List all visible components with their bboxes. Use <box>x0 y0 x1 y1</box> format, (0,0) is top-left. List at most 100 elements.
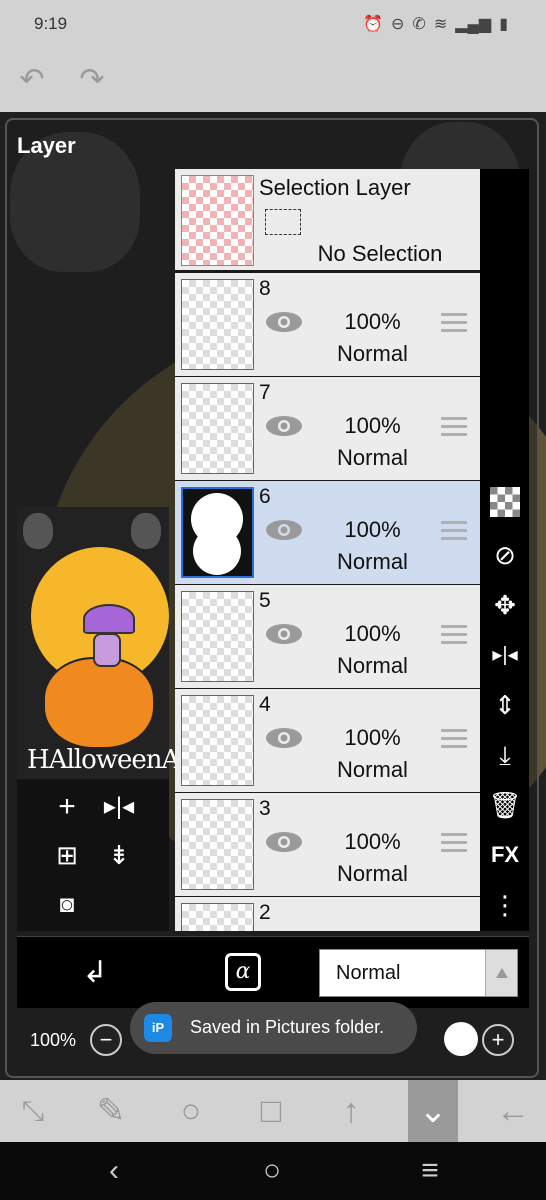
merge-down-icon[interactable]: ⇟ <box>99 835 139 875</box>
rectangle-icon[interactable]: □ <box>248 1088 294 1134</box>
duplicate-layer-icon[interactable]: ⊞ <box>47 835 87 875</box>
layer-blend-mode[interactable]: Normal <box>325 653 420 679</box>
layer-row[interactable]: 8 100% Normal <box>175 273 480 376</box>
back-nav-icon[interactable]: ‹ <box>94 1152 134 1190</box>
alpha-lock-icon[interactable]: α <box>225 953 261 991</box>
layer-list: Selection Layer No Selection 8 100% Norm… <box>175 169 480 931</box>
fx-button[interactable]: FX <box>487 837 523 873</box>
layer-number: 8 <box>259 277 271 300</box>
merge-down-icon[interactable]: ⤓ <box>487 737 523 773</box>
layer-tools-left: + ▸|◂ ⊞ ⇟ ◙ <box>17 779 169 931</box>
preview-mushroom-stem <box>93 633 121 667</box>
slider-knob[interactable] <box>444 1022 478 1056</box>
drag-handle-icon[interactable] <box>441 833 467 857</box>
undo-icon[interactable]: ↶ <box>12 60 52 100</box>
do-not-disturb-icon: ⊖ <box>391 16 405 33</box>
signal-icon: ▂▄▆ <box>455 16 492 33</box>
ibis-paint-app-icon: iP <box>144 1014 172 1042</box>
visibility-eye-icon[interactable] <box>265 311 303 333</box>
drag-handle-icon[interactable] <box>441 313 467 337</box>
camera-icon[interactable]: ◙ <box>47 885 87 925</box>
layer-opacity[interactable]: 100% <box>325 309 420 335</box>
status-time: 9:19 <box>34 14 68 33</box>
drag-handle-icon[interactable] <box>441 729 467 753</box>
drag-handle-icon[interactable] <box>441 417 467 441</box>
preview-skull-shape <box>23 513 53 549</box>
recents-nav-icon[interactable]: ≡ <box>410 1152 450 1190</box>
layer-row-selected[interactable]: 6 100% Normal <box>175 481 480 584</box>
layer-thumbnail <box>181 279 254 370</box>
preview-skull-shape <box>131 513 161 549</box>
top-toolbar: ↶ ↷ <box>0 48 546 112</box>
layer-row[interactable]: 2 <box>175 897 480 931</box>
zoom-in-button[interactable]: + <box>482 1024 514 1056</box>
home-nav-icon[interactable]: ○ <box>252 1152 292 1190</box>
panel-title: Layer <box>17 133 76 158</box>
ellipse-icon[interactable]: ○ <box>168 1088 214 1134</box>
flip-horizontal-icon[interactable]: ▸|◂ <box>487 637 523 673</box>
alarm-icon: ⏰ <box>363 16 384 33</box>
layer-blend-mode[interactable]: Normal <box>325 757 420 783</box>
layer-thumbnail <box>181 487 254 578</box>
layer-thumbnail <box>181 799 254 890</box>
layer-row[interactable]: 4 100% Normal <box>175 689 480 792</box>
drag-handle-icon[interactable] <box>441 625 467 649</box>
layer-opacity[interactable]: 100% <box>325 517 420 543</box>
arrow-up-icon[interactable]: ↑ <box>328 1088 374 1134</box>
layer-thumbnail <box>181 383 254 474</box>
selection-layer-row[interactable]: Selection Layer No Selection <box>175 169 480 270</box>
status-bar: 9:19 ⏰ ⊖ ✆ ≋ ▂▄▆ ▮ <box>0 0 546 48</box>
back-arrow-icon[interactable]: ← <box>490 1088 536 1134</box>
visibility-eye-icon[interactable] <box>265 519 303 541</box>
trash-icon[interactable]: 🗑 <box>487 787 523 823</box>
visibility-eye-icon[interactable] <box>265 623 303 645</box>
flip-horizontal-icon[interactable]: ▸|◂ <box>99 787 139 827</box>
add-layer-icon[interactable]: + <box>47 787 87 827</box>
selection-layer-title: Selection Layer <box>259 175 411 200</box>
drag-handle-icon[interactable] <box>441 521 467 545</box>
flip-vertical-icon[interactable]: ⇕ <box>487 687 523 723</box>
chevron-up-icon[interactable] <box>485 950 517 996</box>
layer-opacity[interactable]: 100% <box>325 725 420 751</box>
layer-blend-mode[interactable]: Normal <box>325 341 420 367</box>
blend-bar: ↲ α Normal <box>17 936 529 1008</box>
layer-row[interactable]: 3 100% Normal <box>175 793 480 896</box>
layer-blend-mode[interactable]: Normal <box>325 861 420 887</box>
brush-icon[interactable]: ✎ <box>88 1088 134 1134</box>
redo-icon[interactable]: ↷ <box>72 60 112 100</box>
selection-status: No Selection <box>317 241 443 266</box>
toast-notification: iP Saved in Pictures folder. <box>130 1002 417 1054</box>
zoom-out-button[interactable]: − <box>90 1024 122 1056</box>
more-icon[interactable]: ⋮ <box>487 887 523 923</box>
visibility-eye-icon[interactable] <box>265 831 303 853</box>
canvas-preview[interactable] <box>17 507 169 779</box>
layer-number: 7 <box>259 381 271 404</box>
layer-row[interactable]: 7 100% Normal <box>175 377 480 480</box>
layer-tools-right: ⊘ ✥ ▸|◂ ⇕ ⤓ 🗑 FX ⋮ <box>480 169 529 931</box>
layer-opacity[interactable]: 100% <box>325 829 420 855</box>
visibility-eye-icon[interactable] <box>265 727 303 749</box>
layer-thumbnail <box>181 903 254 931</box>
wifi-icon: ≋ <box>433 16 448 33</box>
layer-blend-mode[interactable]: Normal <box>325 549 420 575</box>
selection-marquee-icon <box>265 209 301 235</box>
transparency-grid-icon[interactable] <box>487 487 523 523</box>
layer-blend-mode[interactable]: Normal <box>325 445 420 471</box>
collapse-icon[interactable]: ⌄ <box>408 1080 458 1142</box>
battery-icon: ▮ <box>499 16 508 33</box>
zoom-level: 100% <box>30 1030 77 1050</box>
transform-icon[interactable]: ⤡ <box>10 1088 56 1134</box>
clipping-icon[interactable]: ⊘ <box>487 537 523 573</box>
layer-thumbnail <box>181 695 254 786</box>
selection-layer-thumbnail <box>181 175 254 266</box>
visibility-eye-icon[interactable] <box>265 415 303 437</box>
blend-mode-select[interactable]: Normal <box>319 949 518 997</box>
layer-row[interactable]: 5 100% Normal <box>175 585 480 688</box>
layer-number: 2 <box>259 901 271 924</box>
clipping-return-icon[interactable]: ↲ <box>77 955 113 991</box>
layer-opacity[interactable]: 100% <box>325 413 420 439</box>
move-icon[interactable]: ✥ <box>487 587 523 623</box>
layer-opacity[interactable]: 100% <box>325 621 420 647</box>
layer-number: 6 <box>259 485 271 508</box>
layer-mask-shape <box>191 493 243 575</box>
